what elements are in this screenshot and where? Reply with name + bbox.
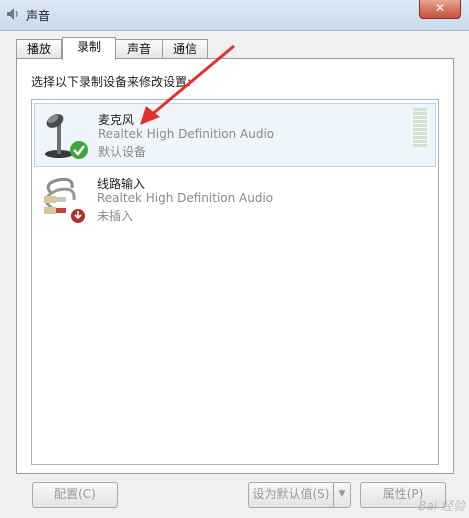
annotation-arrow	[140, 44, 235, 125]
watermark: Bai 经验	[418, 499, 465, 513]
tab-recording[interactable]: 录制	[62, 37, 116, 60]
sound-dialog: 声音 ✕ 播放 录制 声音 通信 选择以下录制设备来修改设置: 麦克风 Real…	[0, 0, 469, 518]
